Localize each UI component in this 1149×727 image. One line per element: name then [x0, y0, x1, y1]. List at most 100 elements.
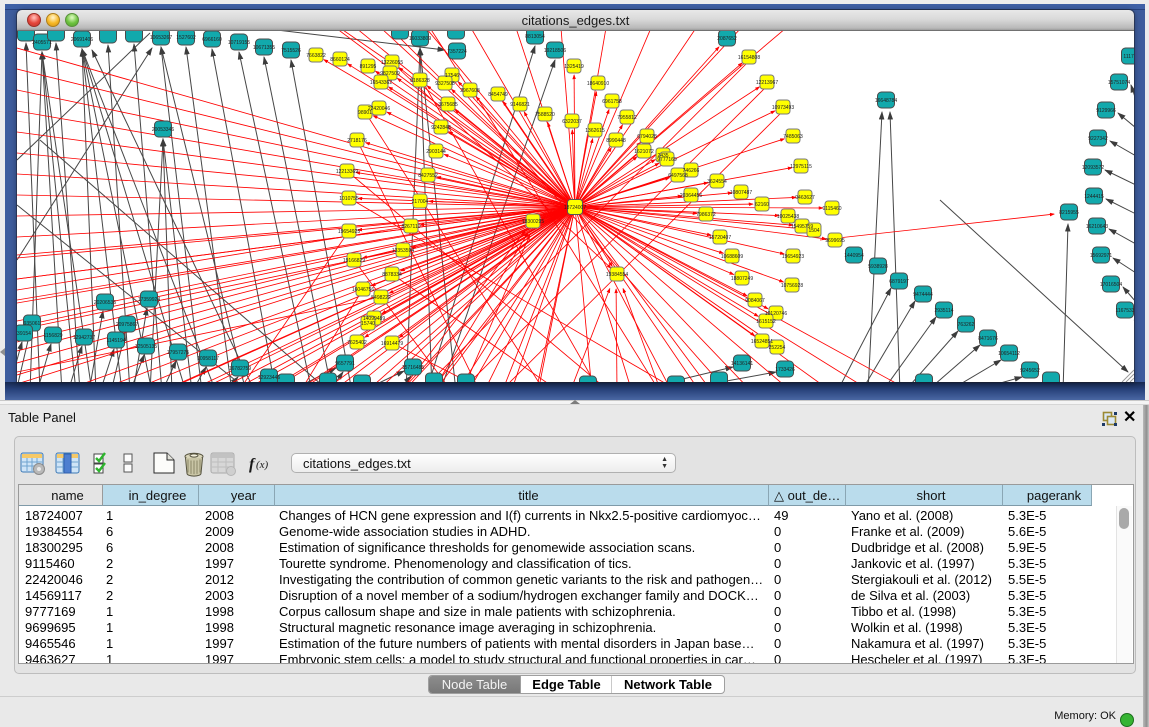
svg-text:7663822: 7663822: [306, 53, 326, 59]
svg-text:6966160: 6966160: [202, 37, 222, 43]
svg-text:18807249: 18807249: [731, 276, 753, 282]
svg-text:9827509: 9827509: [380, 71, 400, 77]
svg-text:18640910: 18640910: [587, 81, 609, 87]
svg-text:10719155: 10719155: [228, 40, 250, 46]
svg-text:217004: 217004: [412, 199, 429, 205]
svg-text:8267110: 8267110: [401, 224, 420, 230]
svg-text:1145194: 1145194: [106, 338, 125, 344]
svg-text:8454749: 8454749: [488, 92, 508, 98]
svg-text:98901: 98901: [358, 110, 372, 116]
svg-text:19166829: 19166829: [343, 258, 365, 264]
svg-text:19654925: 19654925: [338, 229, 360, 235]
svg-text:10688609: 10688609: [721, 254, 743, 260]
svg-text:17016504: 17016504: [1100, 282, 1122, 288]
svg-text:9699695: 9699695: [825, 238, 845, 244]
svg-text:62160: 62160: [755, 202, 769, 208]
svg-text:13353594: 13353594: [392, 248, 414, 254]
svg-text:16046756: 16046756: [352, 287, 374, 293]
svg-text:16914479: 16914479: [381, 341, 403, 347]
svg-text:20206536: 20206536: [94, 300, 116, 306]
svg-text:12505135: 12505135: [135, 344, 157, 350]
svg-text:1733426: 1733426: [775, 367, 795, 373]
svg-text:1440954: 1440954: [844, 253, 864, 259]
svg-text:17359924: 17359924: [138, 297, 160, 303]
svg-text:10653267: 10653267: [150, 35, 172, 41]
svg-text:1167533: 1167533: [1115, 308, 1134, 314]
svg-text:11172: 11172: [1123, 54, 1134, 60]
svg-text:15740: 15740: [361, 321, 375, 327]
svg-text:2967608: 2967608: [460, 88, 480, 94]
svg-text:935061: 935061: [24, 321, 41, 327]
svg-text:f: f: [249, 456, 256, 473]
svg-text:19218506: 19218506: [544, 48, 566, 54]
svg-text:1362615: 1362615: [585, 128, 605, 134]
svg-text:16154808: 16154808: [738, 55, 760, 61]
svg-text:7986372: 7986372: [696, 212, 716, 218]
svg-text:16543362: 16543362: [370, 80, 392, 86]
svg-text:9146821: 9146821: [510, 102, 530, 108]
svg-text:252254: 252254: [769, 345, 786, 351]
svg-text:9115460: 9115460: [822, 206, 841, 212]
svg-text:20975867: 20975867: [116, 322, 138, 328]
svg-text:2718176: 2718176: [347, 138, 367, 144]
svg-text:17546: 17546: [445, 73, 459, 79]
svg-text:3675685: 3675685: [438, 102, 458, 108]
svg-text:9474444: 9474444: [913, 292, 933, 298]
svg-text:1244415: 1244415: [1084, 194, 1104, 200]
svg-text:20691406: 20691406: [71, 37, 93, 43]
svg-text:12213967: 12213967: [756, 80, 778, 86]
svg-text:12923446: 12923446: [258, 375, 280, 381]
svg-text:6879197: 6879197: [889, 279, 909, 285]
svg-text:2405571: 2405571: [32, 40, 52, 46]
svg-text:12942737: 12942737: [73, 335, 95, 341]
svg-text:15720407: 15720407: [709, 235, 731, 241]
svg-text:(x): (x): [256, 459, 269, 471]
svg-text:1615152: 1615152: [756, 319, 776, 325]
svg-text:1527602: 1527602: [176, 35, 196, 41]
svg-text:39154: 39154: [17, 331, 31, 337]
svg-text:9129966: 9129966: [1096, 108, 1116, 114]
svg-text:18724007: 18724007: [564, 205, 586, 211]
svg-text:7588520: 7588520: [535, 112, 555, 118]
svg-text:8878334: 8878334: [382, 272, 402, 278]
svg-text:7357224: 7357224: [447, 49, 467, 55]
svg-text:20364456: 20364456: [680, 193, 702, 199]
svg-text:8660124: 8660124: [330, 57, 350, 63]
svg-text:891295: 891295: [360, 64, 377, 70]
svg-text:9245652: 9245652: [1020, 368, 1040, 374]
svg-text:16782759: 16782759: [229, 366, 251, 372]
svg-text:10654112: 10654112: [998, 351, 1020, 357]
svg-text:2935114: 2935114: [934, 308, 953, 314]
svg-text:9084067: 9084067: [745, 298, 765, 304]
svg-text:1504: 1504: [808, 228, 819, 234]
svg-text:6497568: 6497568: [668, 173, 688, 179]
svg-text:6322037: 6322037: [562, 119, 582, 125]
svg-text:15692971: 15692971: [1090, 253, 1112, 259]
svg-text:15751074: 15751074: [1108, 80, 1130, 86]
svg-text:15716485: 15716485: [402, 365, 424, 371]
svg-text:6794028: 6794028: [637, 134, 657, 140]
svg-text:6961758: 6961758: [602, 99, 622, 105]
svg-text:3624554: 3624554: [707, 179, 727, 185]
svg-text:18300295: 18300295: [522, 219, 544, 225]
svg-text:7955812: 7955812: [617, 115, 637, 121]
svg-text:10973493: 10973493: [772, 105, 794, 111]
svg-text:19654923: 19654923: [782, 254, 804, 260]
svg-text:9657791: 9657791: [335, 361, 355, 367]
svg-text:5938928: 5938928: [868, 264, 888, 270]
svg-text:16033809: 16033809: [409, 36, 431, 42]
svg-text:8990448: 8990448: [606, 138, 626, 144]
svg-text:13226055: 13226055: [381, 60, 403, 66]
svg-text:1156829: 1156829: [43, 333, 62, 339]
svg-text:9242848: 9242848: [431, 125, 451, 131]
svg-text:20053346: 20053346: [152, 127, 174, 133]
svg-text:17957275: 17957275: [167, 350, 189, 356]
svg-text:14136141: 14136141: [731, 361, 753, 367]
svg-text:16648784: 16648784: [875, 98, 897, 104]
svg-text:10120746: 10120746: [765, 311, 787, 317]
svg-text:763262: 763262: [958, 322, 975, 328]
svg-text:10025438: 10025438: [777, 214, 799, 220]
svg-text:8215955: 8215955: [1059, 210, 1079, 216]
svg-text:10958117: 10958117: [197, 356, 219, 362]
svg-text:9227342: 9227342: [1088, 136, 1108, 142]
